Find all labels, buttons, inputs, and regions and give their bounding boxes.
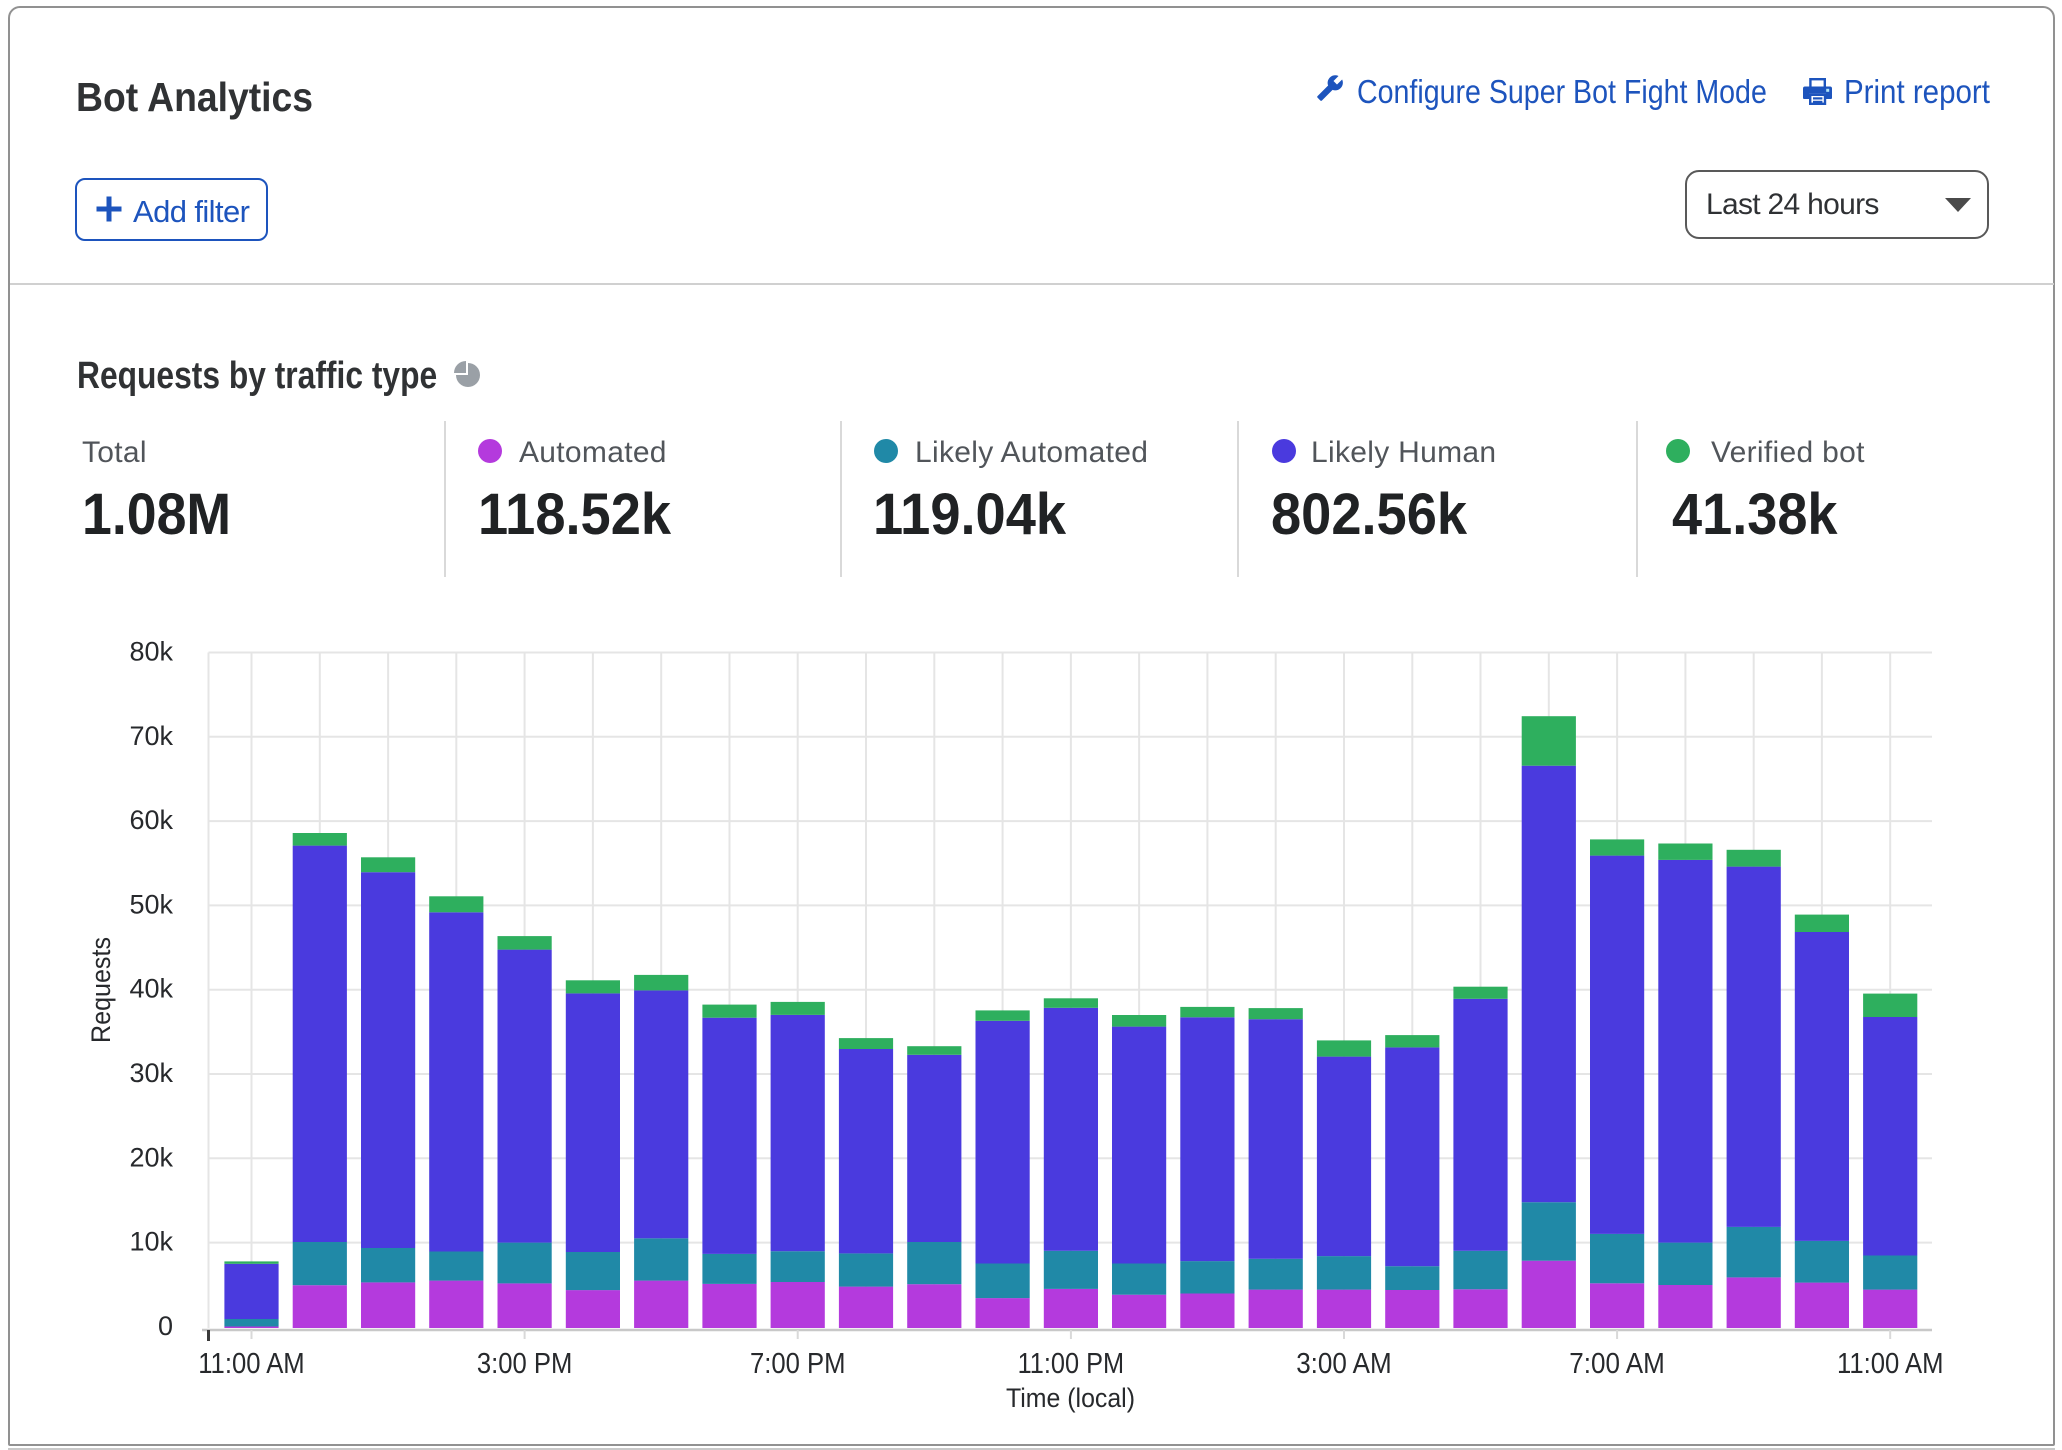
svg-text:3:00 AM: 3:00 AM <box>1296 1348 1392 1380</box>
svg-text:70k: 70k <box>129 721 173 751</box>
svg-text:7:00 PM: 7:00 PM <box>750 1348 846 1380</box>
svg-text:0: 0 <box>158 1311 173 1341</box>
svg-text:11:00 AM: 11:00 AM <box>198 1348 305 1380</box>
svg-text:60k: 60k <box>129 805 173 835</box>
svg-text:50k: 50k <box>129 889 173 919</box>
svg-text:Time (local): Time (local) <box>1006 1383 1135 1413</box>
svg-text:Requests: Requests <box>86 937 116 1043</box>
svg-text:3:00 PM: 3:00 PM <box>477 1348 573 1380</box>
svg-text:20k: 20k <box>129 1142 173 1172</box>
svg-text:11:00 PM: 11:00 PM <box>1018 1348 1125 1380</box>
svg-text:11:00 AM: 11:00 AM <box>1837 1348 1944 1380</box>
svg-text:30k: 30k <box>129 1058 173 1088</box>
svg-text:40k: 40k <box>129 974 173 1004</box>
svg-text:10k: 10k <box>129 1227 173 1257</box>
svg-text:80k: 80k <box>129 637 173 667</box>
svg-text:7:00 AM: 7:00 AM <box>1569 1348 1665 1380</box>
